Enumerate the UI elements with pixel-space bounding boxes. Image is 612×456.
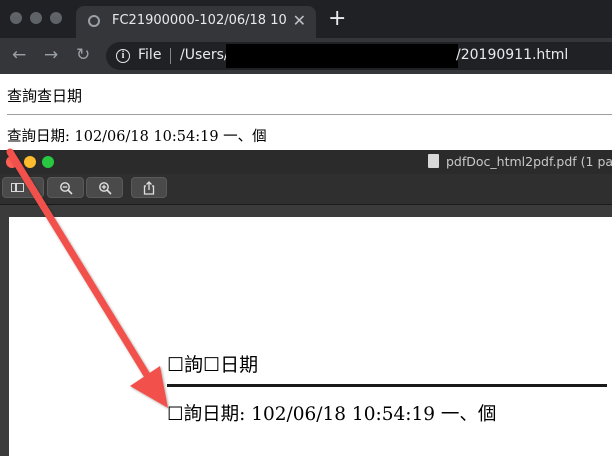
scheme-label: File (138, 47, 162, 63)
window-close-dot[interactable] (10, 12, 22, 24)
sidebar-toggle-button[interactable] (2, 177, 44, 198)
pdf-divider (167, 384, 607, 387)
share-button[interactable] (131, 177, 167, 198)
address-bar[interactable]: i File /Users/ /20190911.html (106, 42, 612, 70)
zoom-in-button[interactable] (86, 177, 123, 198)
pdf-document-icon (428, 154, 439, 168)
url-suffix: /20190911.html (456, 47, 569, 63)
page-heading: 查詢查日期 (7, 87, 83, 105)
web-page: 查詢查日期 查詢日期: 102/06/18 10:54:19 一、個 (0, 74, 612, 150)
forward-icon[interactable]: → (44, 43, 58, 67)
reload-icon[interactable]: ↻ (76, 43, 90, 67)
address-separator (170, 48, 171, 64)
globe-icon (88, 15, 100, 27)
url-prefix: /Users/ (180, 47, 229, 63)
browser-tab[interactable]: FC21900000-102/06/18 10:54: ✕ (76, 6, 316, 38)
window-minimize-dot[interactable] (30, 12, 42, 24)
preview-minimize-dot[interactable] (24, 156, 36, 168)
pdf-heading: ☐詢☐日期 (167, 354, 259, 376)
sidebar-icon (11, 183, 24, 192)
zoom-out-icon (59, 182, 73, 195)
tab-title: FC21900000-102/06/18 10:54: (112, 13, 287, 28)
share-icon (143, 181, 155, 195)
browser-toolbar: ← → ↻ i File /Users/ /20190911.html (0, 38, 612, 74)
zoom-in-icon (98, 182, 112, 195)
pdf-date-line: ☐詢日期: 102/06/18 10:54:19 一、個 (167, 404, 497, 425)
info-icon[interactable]: i (116, 49, 130, 63)
redaction-bar (226, 44, 458, 68)
page-divider (7, 114, 612, 115)
zoom-out-button[interactable] (47, 177, 84, 198)
preview-titlebar: pdfDoc_html2pdf.pdf (1 pag (0, 150, 612, 174)
close-tab-icon[interactable]: ✕ (293, 11, 306, 31)
window-zoom-dot[interactable] (50, 12, 62, 24)
preview-toolbar (0, 174, 612, 205)
preview-zoom-dot[interactable] (42, 156, 54, 168)
back-icon[interactable]: ← (12, 43, 26, 67)
preview-title: pdfDoc_html2pdf.pdf (1 pag (446, 154, 612, 169)
page-date-line: 查詢日期: 102/06/18 10:54:19 一、個 (7, 129, 267, 145)
new-tab-icon[interactable]: + (328, 7, 346, 31)
browser-tab-strip: FC21900000-102/06/18 10:54: ✕ + (0, 0, 612, 38)
preview-close-dot[interactable] (6, 156, 18, 168)
